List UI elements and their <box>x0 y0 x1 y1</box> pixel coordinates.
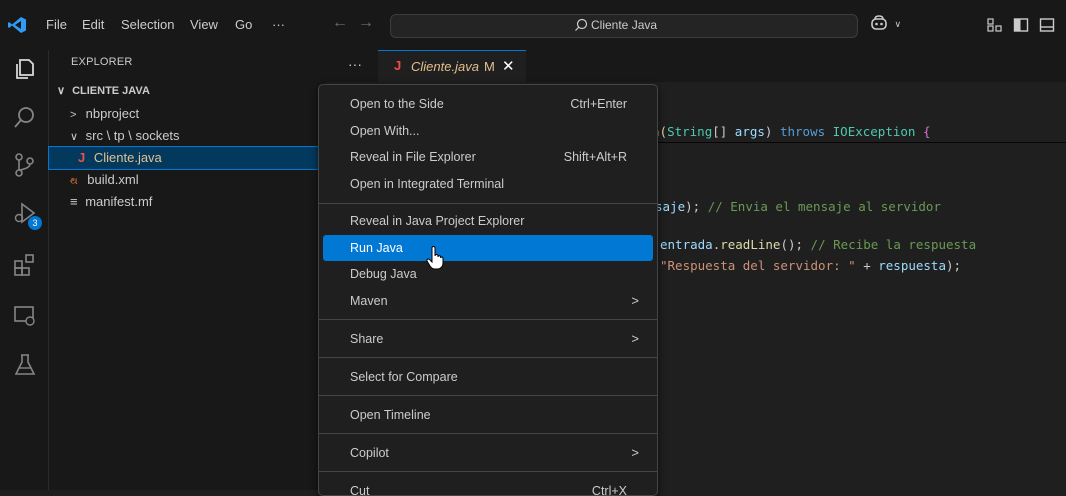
menu-item-label: Run Java <box>350 241 403 255</box>
menu-item-debug-java[interactable]: Debug Java <box>323 261 653 287</box>
tab-label: Cliente.java <box>411 59 479 74</box>
context-menu: Open to the Side Ctrl+Enter Open With...… <box>318 84 658 496</box>
explorer-sidebar: EXPLORER ∨ CLIENTE JAVA > nbproject ∨ sr… <box>48 50 327 490</box>
menu-separator <box>319 203 657 204</box>
menu-more[interactable]: ··· <box>272 0 285 50</box>
hand-pointer-cursor-icon <box>426 246 444 270</box>
back-arrow-icon[interactable]: ← <box>332 14 348 32</box>
menu-item-copilot[interactable]: Copilot > <box>323 440 653 466</box>
editor-tabs: ··· J Cliente.java M ✕ <box>326 50 1066 83</box>
chevron-right-icon: > <box>631 445 639 460</box>
java-file-icon: J <box>78 150 86 165</box>
xml-file-icon: થ <box>70 176 78 187</box>
menu-separator <box>319 433 657 434</box>
sticky-scroll-shadow <box>658 142 1066 143</box>
title-bar: File Edit Selection View Go ··· ← → Clie… <box>0 0 1066 50</box>
code-line: n(String[] args) throws IOException { <box>652 124 931 139</box>
menu-item-open-terminal[interactable]: Open in Integrated Terminal <box>323 171 653 197</box>
menu-separator <box>319 471 657 472</box>
search-icon <box>575 18 588 31</box>
menu-item-shortcut: Shift+Alt+R <box>563 150 627 164</box>
copilot-button[interactable]: ∨ <box>870 15 902 36</box>
chevron-right-icon: > <box>70 109 77 121</box>
toggle-panel-icon[interactable] <box>1039 17 1055 33</box>
tree-item-label: nbproject <box>85 106 140 121</box>
menu-item-label: Open Timeline <box>350 408 431 422</box>
run-debug-icon[interactable] <box>12 200 38 226</box>
tree-item-build-xml[interactable]: થ build.xml <box>49 169 326 191</box>
menu-item-label: Debug Java <box>350 267 417 281</box>
menu-item-open-with[interactable]: Open With... <box>323 118 653 144</box>
remote-explorer-icon[interactable] <box>12 303 38 329</box>
command-center-search[interactable]: Cliente Java <box>390 14 858 38</box>
menu-item-label: Maven <box>350 294 388 308</box>
menu-item-label: Reveal in Java Project Explorer <box>350 214 525 228</box>
menu-go[interactable]: Go <box>235 0 252 50</box>
code-line: entrada.readLine(); // Recibe la respues… <box>660 237 977 252</box>
menu-file[interactable]: File <box>46 0 67 50</box>
menu-separator <box>319 395 657 396</box>
copilot-icon <box>871 15 887 30</box>
testing-flask-icon[interactable] <box>12 352 38 378</box>
tree-item-label: manifest.mf <box>85 194 153 209</box>
menu-item-label: Copilot <box>350 446 389 460</box>
tree-item-label: src \ tp \ sockets <box>85 128 180 143</box>
menu-item-reveal-java-project[interactable]: Reveal in Java Project Explorer <box>323 208 653 234</box>
java-file-icon: J <box>394 58 402 73</box>
code-line: "Respuesta del servidor: " + respuesta); <box>660 258 962 273</box>
menu-view[interactable]: View <box>190 0 218 50</box>
workspace-label: CLIENTE JAVA <box>72 85 150 97</box>
chevron-down-icon: ∨ <box>70 131 79 143</box>
tree-item-src-tp-sockets[interactable]: ∨ src \ tp \ sockets <box>49 125 326 147</box>
code-line: saje); // Envia el mensaje al servidor <box>655 199 941 214</box>
activity-bar: 3 <box>0 50 49 490</box>
tree-item-label: Cliente.java <box>93 150 162 165</box>
explorer-title: EXPLORER <box>71 56 133 68</box>
menu-item-shortcut: Ctrl+X <box>591 484 627 496</box>
menu-item-shortcut: Ctrl+Enter <box>570 97 627 111</box>
explorer-icon[interactable] <box>12 56 38 82</box>
chevron-right-icon: > <box>631 331 639 346</box>
tab-cliente-java[interactable]: J Cliente.java M ✕ <box>378 50 526 83</box>
chevron-right-icon: > <box>631 293 639 308</box>
menu-item-share[interactable]: Share > <box>323 326 653 352</box>
menu-item-label: Reveal in File Explorer <box>350 150 476 164</box>
tree-item-cliente-java[interactable]: J Cliente.java <box>48 146 327 170</box>
search-text: Cliente Java <box>591 18 658 32</box>
vscode-logo-icon[interactable] <box>7 15 27 35</box>
text-file-icon: ≡ <box>70 194 78 209</box>
chevron-down-icon: ∨ <box>57 85 66 97</box>
toggle-sidebar-icon[interactable] <box>1013 17 1029 33</box>
tree-item-nbproject[interactable]: > nbproject <box>49 103 326 125</box>
menu-item-label: Share <box>350 332 384 346</box>
menu-edit[interactable]: Edit <box>82 0 104 50</box>
search-view-icon[interactable] <box>12 105 38 131</box>
extensions-icon[interactable] <box>12 252 38 278</box>
menu-item-select-compare[interactable]: Select for Compare <box>323 364 653 390</box>
tree-item-label: build.xml <box>87 172 139 187</box>
forward-arrow-icon[interactable]: → <box>358 14 374 32</box>
source-control-icon[interactable] <box>12 152 38 178</box>
tree-item-manifest[interactable]: ≡ manifest.mf <box>49 191 326 213</box>
workspace-folder[interactable]: ∨ CLIENTE JAVA <box>49 80 326 102</box>
menu-item-label: Open to the Side <box>350 97 444 111</box>
menu-item-open-timeline[interactable]: Open Timeline <box>323 402 653 428</box>
menu-item-maven[interactable]: Maven > <box>323 288 653 314</box>
menu-item-label: Select for Compare <box>350 370 458 384</box>
copilot-chevron-icon: ∨ <box>894 19 902 29</box>
close-icon[interactable]: ✕ <box>502 57 515 75</box>
menu-item-label: Open With... <box>350 124 420 138</box>
menu-item-label: Open in Integrated Terminal <box>350 177 505 191</box>
menu-item-open-to-side[interactable]: Open to the Side Ctrl+Enter <box>323 91 653 117</box>
customize-layout-icon[interactable] <box>987 17 1003 33</box>
menu-item-reveal-file-explorer[interactable]: Reveal in File Explorer Shift+Alt+R <box>323 144 653 170</box>
menu-separator <box>319 357 657 358</box>
menu-item-run-java[interactable]: Run Java <box>323 235 653 261</box>
menu-selection[interactable]: Selection <box>121 0 174 50</box>
tab-overflow-button[interactable]: ··· <box>348 56 362 72</box>
menu-item-label: Cut <box>350 484 370 496</box>
menu-item-cut[interactable]: Cut Ctrl+X <box>323 478 653 496</box>
modified-indicator: M <box>484 59 495 74</box>
menu-separator <box>319 319 657 320</box>
